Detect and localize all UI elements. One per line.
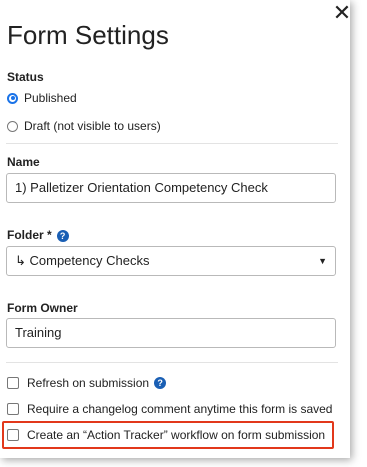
refresh-on-submission-checkbox[interactable] <box>7 377 19 389</box>
folder-label: Folder *? <box>7 228 69 242</box>
page-title: Form Settings <box>7 20 169 50</box>
status-label: Status <box>7 70 44 84</box>
name-label: Name <box>7 155 40 169</box>
divider <box>6 362 338 363</box>
folder-selected-value: ↳ Competency Checks <box>15 253 150 268</box>
help-icon[interactable]: ? <box>154 377 167 389</box>
close-icon[interactable]: ✕ <box>332 2 352 24</box>
form-owner-label: Form Owner <box>7 301 78 315</box>
form-settings-panel: ✕ Form Settings Status Published Draft (… <box>0 0 352 458</box>
action-tracker-workflow-option[interactable]: Create an “Action Tracker” workflow on f… <box>7 428 325 442</box>
status-option-label: Draft (not visible to users) <box>24 119 161 133</box>
option-label: Create an “Action Tracker” workflow on f… <box>27 428 326 442</box>
name-input[interactable]: 1) Palletizer Orientation Competency Che… <box>6 173 336 203</box>
folder-select[interactable]: ↳ Competency Checks ▼ <box>6 246 336 276</box>
status-option-draft[interactable]: Draft (not visible to users) <box>7 119 161 133</box>
status-option-published[interactable]: Published <box>7 91 77 105</box>
refresh-on-submission-option[interactable]: Refresh on submission ? <box>7 376 167 390</box>
radio-published[interactable] <box>7 92 18 104</box>
chevron-down-icon: ▼ <box>318 256 327 266</box>
form-owner-input[interactable]: Training <box>6 318 336 348</box>
help-icon[interactable]: ? <box>56 229 69 242</box>
action-tracker-workflow-checkbox[interactable] <box>7 429 19 441</box>
option-label: Refresh on submission <box>27 376 150 390</box>
require-changelog-option[interactable]: Require a changelog comment anytime this… <box>7 402 332 416</box>
folder-label-text: Folder * <box>7 228 52 242</box>
radio-draft[interactable] <box>7 120 18 132</box>
require-changelog-checkbox[interactable] <box>7 403 19 415</box>
status-option-label: Published <box>24 91 77 105</box>
option-label: Require a changelog comment anytime this… <box>27 402 333 416</box>
divider <box>6 143 338 144</box>
